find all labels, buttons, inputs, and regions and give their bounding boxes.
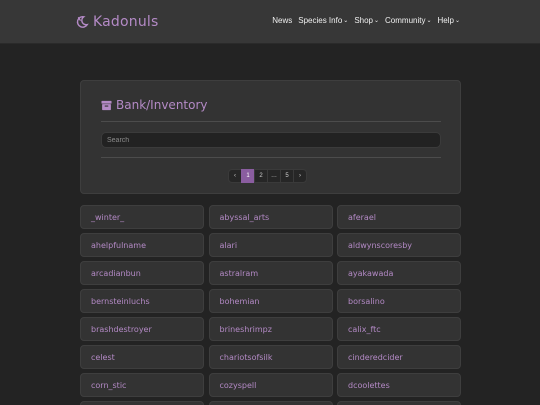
chevron-down-icon: ⌄: [374, 18, 380, 24]
user-card[interactable]: [208, 401, 333, 405]
user-card[interactable]: cinderedcider: [337, 345, 461, 369]
page-button-1[interactable]: 1: [241, 169, 255, 183]
user-name: astralram: [219, 268, 259, 278]
nav-community[interactable]: Community ⌄: [385, 16, 431, 25]
user-name: ayakawada: [348, 268, 394, 278]
user-name: aferael: [348, 212, 376, 222]
user-name: chariotsofsilk: [219, 352, 273, 362]
user-card[interactable]: brineshrimpz: [208, 317, 333, 341]
user-card[interactable]: _winter_: [80, 205, 204, 229]
user-name: calix_ftc: [348, 324, 381, 334]
user-card[interactable]: ahelpfulname: [80, 233, 204, 257]
page-title-text: Bank/Inventory: [116, 98, 208, 112]
user-card[interactable]: bernsteinluchs: [80, 289, 204, 313]
pagination: ‹ 1 2 … 5 ›: [228, 169, 307, 183]
page-ellipsis: …: [267, 169, 281, 183]
user-card[interactable]: chariotsofsilk: [208, 345, 333, 369]
user-name: abyssal_arts: [219, 212, 270, 222]
user-card[interactable]: dcoolettes: [337, 373, 461, 397]
divider: [101, 121, 441, 122]
user-name: ahelpfulname: [91, 240, 146, 250]
inventory-panel: Bank/Inventory ‹ 1 2 … 5 ›: [80, 80, 461, 194]
user-card[interactable]: [80, 401, 204, 405]
user-name: _winter_: [91, 212, 125, 222]
divider: [101, 157, 441, 158]
user-name: cinderedcider: [348, 352, 403, 362]
user-card[interactable]: cozyspell: [208, 373, 333, 397]
user-grid: _winter_ abyssal_arts aferael ahelpfulna…: [80, 205, 461, 405]
page-title: Bank/Inventory: [101, 98, 208, 112]
user-card[interactable]: abyssal_arts: [208, 205, 333, 229]
user-card[interactable]: calix_ftc: [337, 317, 461, 341]
navbar: Kadonuls News Species Info ⌄ Shop ⌄ Comm…: [0, 0, 540, 44]
user-card[interactable]: corn_stic: [80, 373, 204, 397]
user-name: brashdestroyer: [91, 324, 152, 334]
user-card[interactable]: celest: [80, 345, 204, 369]
user-name: bernsteinluchs: [91, 296, 150, 306]
user-card[interactable]: [337, 401, 461, 405]
user-card[interactable]: brashdestroyer: [80, 317, 204, 341]
user-name: dcoolettes: [348, 380, 390, 390]
user-card[interactable]: alari: [208, 233, 333, 257]
brand-name: Kadonuls: [93, 14, 159, 30]
chevron-down-icon: ⌄: [343, 18, 349, 24]
user-card[interactable]: aferael: [337, 205, 461, 229]
nav-news[interactable]: News: [272, 16, 292, 25]
chevron-down-icon: ⌄: [454, 18, 460, 24]
nav-species-info[interactable]: Species Info ⌄: [298, 16, 348, 25]
user-card[interactable]: borsalino: [337, 289, 461, 313]
user-name: bohemian: [219, 296, 260, 306]
user-name: aldwynscoresby: [348, 240, 413, 250]
archive-box-icon: [101, 100, 112, 110]
chevron-down-icon: ⌄: [426, 18, 432, 24]
user-name: borsalino: [348, 296, 385, 306]
brand-link[interactable]: Kadonuls: [75, 12, 159, 32]
page-button-2[interactable]: 2: [254, 169, 268, 183]
page-button-5[interactable]: 5: [280, 169, 294, 183]
user-card[interactable]: aldwynscoresby: [337, 233, 461, 257]
search-input[interactable]: [101, 132, 441, 148]
prev-page-button[interactable]: ‹: [228, 169, 242, 183]
user-name: corn_stic: [91, 380, 127, 390]
user-name: cozyspell: [219, 380, 257, 390]
user-name: arcadianbun: [91, 268, 141, 278]
user-name: celest: [91, 352, 115, 362]
main-nav: News Species Info ⌄ Shop ⌄ Community ⌄ H…: [272, 16, 460, 25]
next-page-button[interactable]: ›: [293, 169, 307, 183]
user-card[interactable]: astralram: [208, 261, 333, 285]
user-name: alari: [219, 240, 238, 250]
moon-icon: [76, 16, 89, 28]
user-card[interactable]: arcadianbun: [80, 261, 204, 285]
user-card[interactable]: bohemian: [208, 289, 333, 313]
user-name: brineshrimpz: [219, 324, 272, 334]
user-card[interactable]: ayakawada: [337, 261, 461, 285]
nav-help[interactable]: Help ⌄: [438, 16, 460, 25]
nav-shop[interactable]: Shop ⌄: [354, 16, 379, 25]
